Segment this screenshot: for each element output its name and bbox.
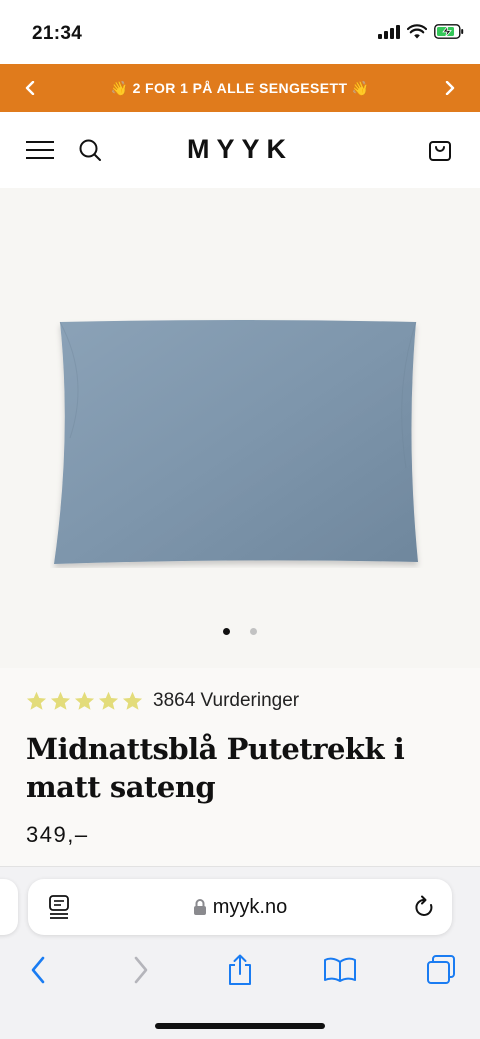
previous-tab-preview[interactable]	[0, 879, 18, 935]
chevron-left-icon	[25, 81, 35, 95]
star-icon	[26, 691, 47, 710]
chevron-right-icon	[445, 81, 455, 95]
tabs-icon	[427, 955, 455, 984]
gallery-dot-1[interactable]	[223, 628, 230, 635]
wifi-icon	[407, 24, 427, 39]
product-gallery[interactable]	[0, 188, 480, 668]
star-icon	[98, 691, 119, 710]
status-icons	[378, 24, 464, 39]
cellular-signal-icon	[378, 24, 400, 39]
browser-toolbar: myyk.no	[0, 866, 480, 1039]
address-bar[interactable]: myyk.no	[28, 879, 452, 935]
chevron-left-icon	[31, 956, 45, 984]
lock-icon	[193, 899, 206, 915]
battery-charging-icon	[434, 24, 464, 39]
tabs-button[interactable]	[424, 953, 458, 987]
gallery-pagination	[0, 628, 480, 635]
promo-text[interactable]: 👋 2 FOR 1 PÅ ALLE SENGESETT 👋	[110, 80, 369, 97]
chevron-right-icon	[134, 956, 148, 984]
browser-nav-row	[0, 949, 480, 989]
home-indicator	[155, 1023, 325, 1029]
reload-icon	[415, 895, 433, 916]
rating-stars	[26, 691, 143, 711]
book-icon	[324, 957, 356, 982]
bookmarks-button[interactable]	[323, 953, 357, 987]
product-rating[interactable]: 3864 Vurderinger	[26, 690, 299, 712]
product-price: 349,–	[26, 822, 89, 847]
star-icon	[74, 691, 95, 710]
forward-button[interactable]	[124, 953, 158, 987]
product-title: Midnattsblå Putetrekk i matt sateng	[26, 732, 405, 804]
status-time: 21:34	[32, 23, 83, 44]
share-button[interactable]	[223, 953, 257, 987]
promo-next-button[interactable]	[438, 76, 462, 100]
star-icon	[50, 691, 71, 710]
back-button[interactable]	[21, 953, 55, 987]
promo-previous-button[interactable]	[18, 76, 42, 100]
product-image-pillowcase[interactable]	[50, 318, 430, 568]
promo-bar: 👋 2 FOR 1 PÅ ALLE SENGESETT 👋	[0, 64, 480, 112]
status-bar: 21:34	[0, 0, 480, 64]
site-logo[interactable]: MYYK	[0, 134, 480, 165]
share-icon	[229, 954, 251, 985]
gallery-dot-2[interactable]	[250, 628, 257, 635]
url-text[interactable]: myyk.no	[213, 896, 287, 919]
reload-button[interactable]	[414, 895, 436, 924]
star-icon	[122, 691, 143, 710]
review-count[interactable]: 3864 Vurderinger	[153, 690, 299, 712]
url-display[interactable]: myyk.no	[28, 879, 452, 935]
